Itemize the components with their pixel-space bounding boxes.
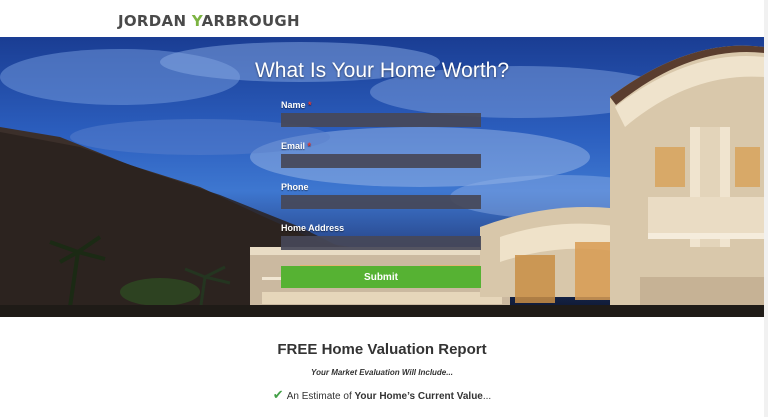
email-label: Email * <box>281 141 311 151</box>
logo-text-rest: ARBROUGH <box>201 12 300 30</box>
bullet-suffix: ... <box>482 391 492 402</box>
header: JORDAN YARBROUGH <box>0 0 764 37</box>
submit-button[interactable]: Submit <box>281 266 481 288</box>
home-address-input[interactable] <box>281 236 481 250</box>
email-input[interactable] <box>281 154 481 168</box>
logo-text-first: JORDAN <box>118 12 187 30</box>
logo-text-y: Y <box>191 12 202 30</box>
name-input[interactable] <box>281 113 481 127</box>
bullet-prefix: An Estimate of <box>286 391 355 402</box>
report-bullet: ✔ An Estimate of Your Home’s Current Valu… <box>0 387 764 403</box>
hero-title: What Is Your Home Worth? <box>254 59 510 82</box>
scrollbar-gutter[interactable] <box>764 0 768 417</box>
report-subtitle: Your Market Evaluation Will Include... <box>311 368 453 377</box>
name-label-text: Name <box>281 100 306 110</box>
brand-logo[interactable]: JORDAN YARBROUGH <box>118 12 300 30</box>
report-title: FREE Home Valuation Report <box>277 341 487 358</box>
name-label: Name * <box>281 100 312 110</box>
bullet-strong: Your Home’s Current Value <box>354 391 483 402</box>
phone-label: Phone <box>281 182 309 192</box>
phone-input[interactable] <box>281 195 481 209</box>
home-address-label: Home Address <box>281 223 345 233</box>
checkmark-icon: ✔ <box>272 387 284 402</box>
email-required-mark: * <box>307 141 312 151</box>
name-required-mark: * <box>308 100 312 110</box>
email-label-text: Email <box>281 141 306 151</box>
